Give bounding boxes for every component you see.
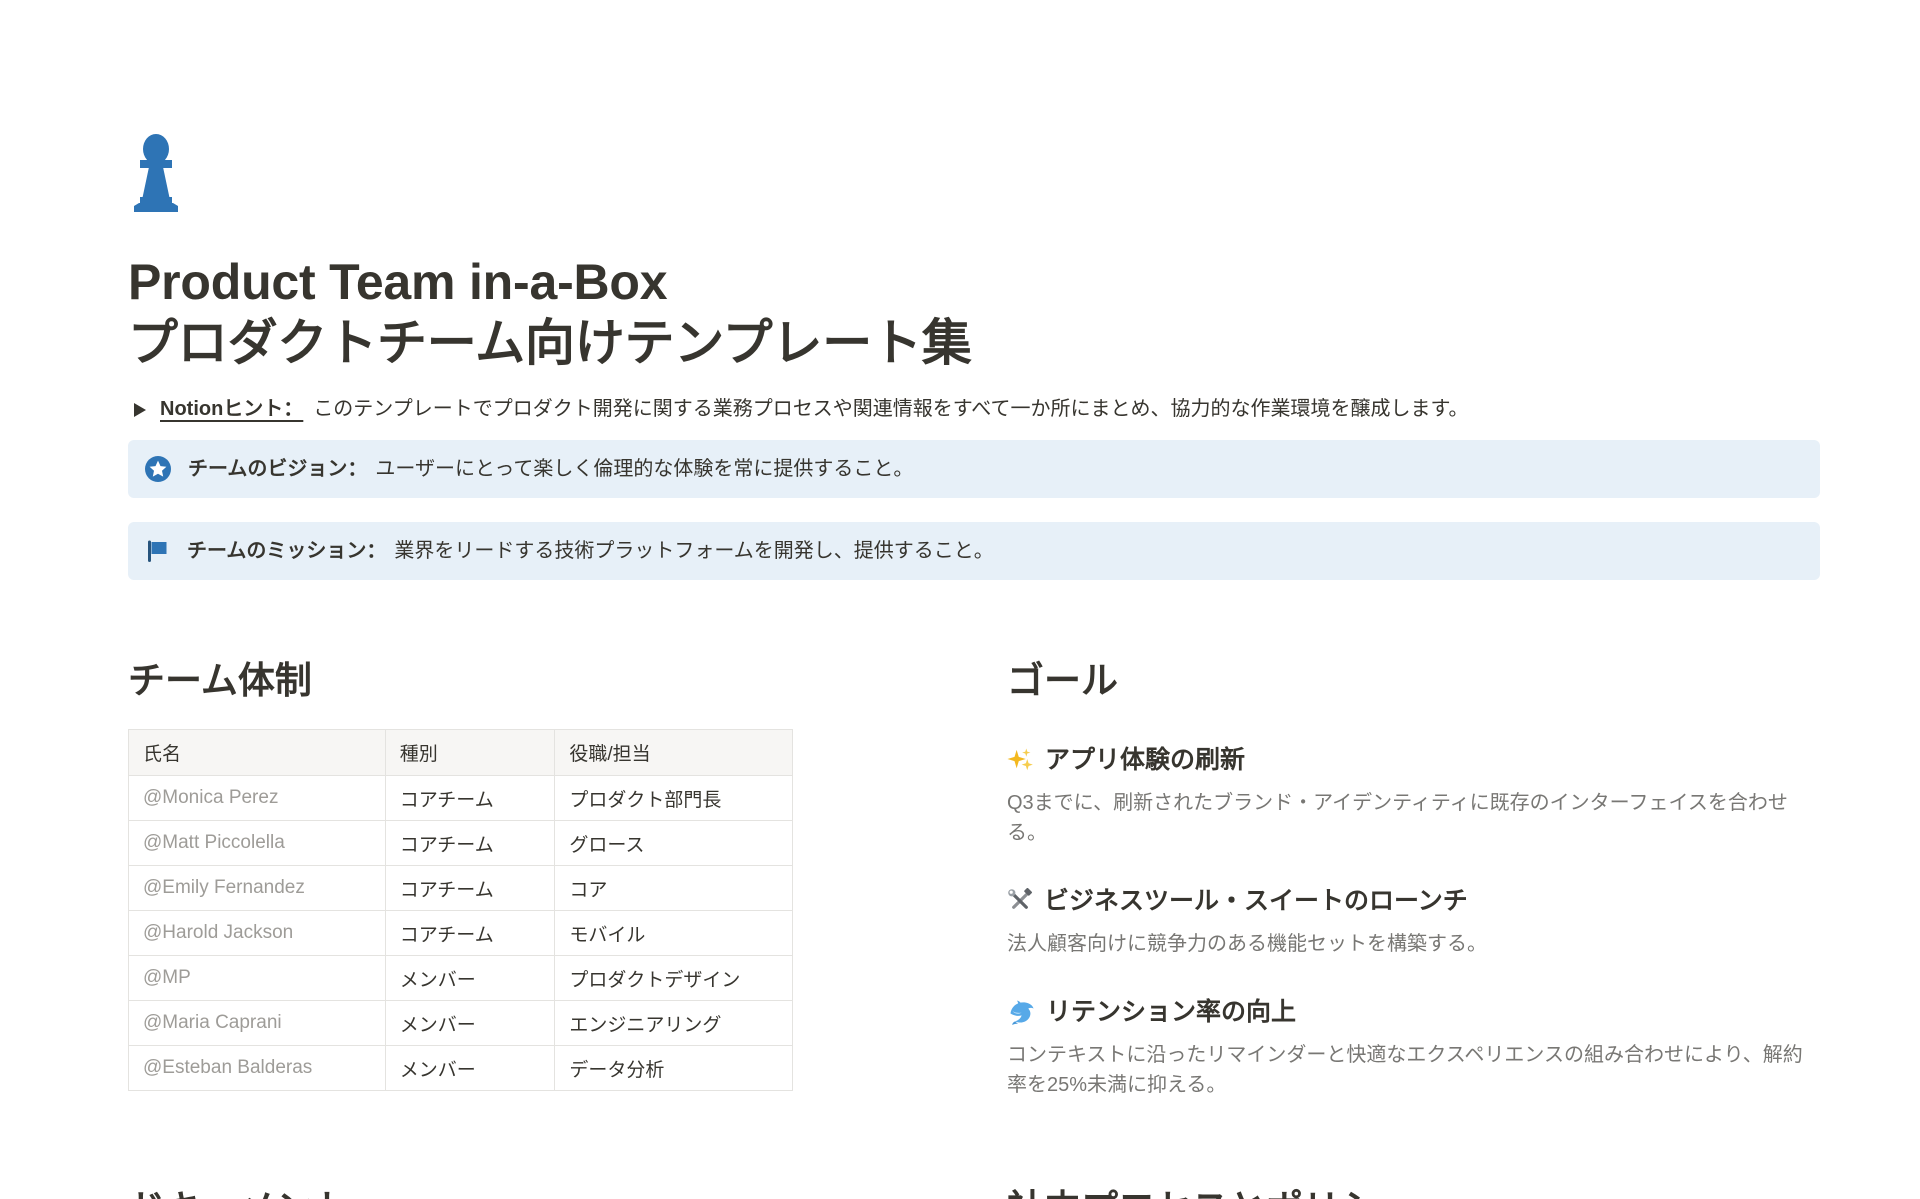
team-column: チーム体制 氏名 種別 役職/担当 @Monica Perez コアチーム — [128, 658, 793, 1091]
header-cell-type[interactable]: 種別 — [385, 730, 555, 776]
header-cell-name[interactable]: 氏名 — [129, 730, 386, 776]
table-row: @MP メンバー プロダクトデザイン — [129, 956, 793, 1001]
member-type-cell[interactable]: コアチーム — [385, 821, 555, 866]
cutoff-heading-right: 社内プロセスとポリシー — [1007, 1186, 1414, 1199]
header-cell-role[interactable]: 役職/担当 — [555, 730, 793, 776]
cutoff-heading-left: ドキュメント — [128, 1186, 350, 1199]
member-type-cell[interactable]: メンバー — [385, 956, 555, 1001]
star-circle-icon — [144, 455, 172, 483]
goal-description: Q3までに、刷新されたブランド・アイデンティティに既存のインターフェイスを合わせ… — [1007, 788, 1820, 848]
hint-text: このテンプレートでプロダクト開発に関する業務プロセスや関連情報をすべて一か所にま… — [313, 398, 1468, 420]
user-mention[interactable]: @Monica Perez — [143, 787, 278, 808]
table-row: @Harold Jackson コアチーム モバイル — [129, 911, 793, 956]
goal-description: コンテキストに沿ったリマインダーと快適なエクスペリエンスの組み合わせにより、解約… — [1007, 1040, 1820, 1100]
member-name-cell[interactable]: @Esteban Balderas — [129, 1046, 386, 1091]
vision-label: チームのビジョン： — [188, 458, 367, 480]
member-role-cell[interactable]: コア — [555, 866, 793, 911]
hint-content: Notionヒント： このテンプレートでプロダクト開発に関する業務プロセスや関連情… — [160, 396, 1469, 423]
goal-title-text: アプリ体験の刷新 — [1045, 744, 1245, 776]
cutoff-headings-row: ドキュメント 社内プロセスとポリシー — [0, 1186, 1920, 1199]
goal-item: アプリ体験の刷新 Q3までに、刷新されたブランド・アイデンティティに既存のインタ… — [1007, 744, 1820, 848]
goal-title-text: リテンション率の向上 — [1046, 996, 1296, 1028]
hammer-wrench-icon — [1007, 888, 1033, 914]
member-type-cell[interactable]: メンバー — [385, 1001, 555, 1046]
member-name-cell[interactable]: @Maria Caprani — [129, 1001, 386, 1046]
page-title-line1: Product Team in-a-Box — [128, 254, 667, 310]
user-mention[interactable]: @Emily Fernandez — [143, 877, 305, 898]
toggle-triangle-icon[interactable] — [134, 403, 146, 417]
page-title: Product Team in-a-Boxプロダクトチーム向けテンプレート集 — [128, 252, 1820, 374]
user-mention[interactable]: @Matt Piccolella — [143, 832, 285, 853]
member-name-cell[interactable]: @MP — [129, 956, 386, 1001]
sparkles-icon — [1007, 747, 1034, 774]
user-mention[interactable]: @Maria Caprani — [143, 1012, 282, 1033]
goal-title-text: ビジネスツール・スイートのローンチ — [1044, 885, 1468, 917]
table-row: @Emily Fernandez コアチーム コア — [129, 866, 793, 911]
member-name-cell[interactable]: @Harold Jackson — [129, 911, 386, 956]
goal-item: ビジネスツール・スイートのローンチ 法人顧客向けに競争力のある機能セットを構築す… — [1007, 885, 1820, 959]
goals-column: ゴール アプリ体験の刷新 — [1007, 658, 1820, 1137]
mission-text: 業界をリードする技術プラットフォームを開発し、提供すること。 — [394, 540, 993, 562]
table-row: @Maria Caprani メンバー エンジニアリング — [129, 1001, 793, 1046]
goal-item: リテンション率の向上 コンテキストに沿ったリマインダーと快適なエクスペリエンスの… — [1007, 996, 1820, 1100]
goal-description: 法人顧客向けに競争力のある機能セットを構築する。 — [1007, 929, 1820, 959]
mission-callout: チームのミッション： 業界をリードする技術プラットフォームを開発し、提供すること。 — [128, 522, 1820, 580]
member-type-cell[interactable]: コアチーム — [385, 776, 555, 821]
member-role-cell[interactable]: プロダクトデザイン — [555, 956, 793, 1001]
hint-label: Notionヒント： — [160, 398, 303, 420]
goal-title: アプリ体験の刷新 — [1007, 744, 1820, 776]
notion-hint-toggle[interactable]: Notionヒント： このテンプレートでプロダクト開発に関する業務プロセスや関連情… — [128, 396, 1820, 423]
member-name-cell[interactable]: @Emily Fernandez — [129, 866, 386, 911]
member-type-cell[interactable]: メンバー — [385, 1046, 555, 1091]
pawn-icon[interactable] — [128, 134, 184, 216]
table-header-row: 氏名 種別 役職/担当 — [129, 730, 793, 776]
vision-callout: チームのビジョン： ユーザーにとって楽しく倫理的な体験を常に提供すること。 — [128, 440, 1820, 498]
table-row: @Monica Perez コアチーム プロダクト部門長 — [129, 776, 793, 821]
table-row: @Esteban Balderas メンバー データ分析 — [129, 1046, 793, 1091]
member-role-cell[interactable]: データ分析 — [555, 1046, 793, 1091]
goal-title: ビジネスツール・スイートのローンチ — [1007, 885, 1820, 917]
notion-page: Product Team in-a-Boxプロダクトチーム向けテンプレート集 N… — [0, 0, 1920, 1199]
user-mention[interactable]: @Harold Jackson — [143, 922, 293, 943]
mission-callout-text: チームのミッション： 業界をリードする技術プラットフォームを開発し、提供すること。 — [187, 537, 994, 565]
member-name-cell[interactable]: @Matt Piccolella — [129, 821, 386, 866]
mission-label: チームのミッション： — [187, 540, 386, 562]
goal-list: アプリ体験の刷新 Q3までに、刷新されたブランド・アイデンティティに既存のインタ… — [1007, 744, 1820, 1100]
member-type-cell[interactable]: コアチーム — [385, 866, 555, 911]
user-mention[interactable]: @MP — [143, 967, 191, 988]
member-role-cell[interactable]: グロース — [555, 821, 793, 866]
member-name-cell[interactable]: @Monica Perez — [129, 776, 386, 821]
flag-icon — [144, 538, 171, 565]
member-role-cell[interactable]: プロダクト部門長 — [555, 776, 793, 821]
dolphin-icon — [1007, 998, 1035, 1026]
member-type-cell[interactable]: コアチーム — [385, 911, 555, 956]
vision-text: ユーザーにとって楽しく倫理的な体験を常に提供すること。 — [375, 458, 913, 480]
two-column-section: チーム体制 氏名 種別 役職/担当 @Monica Perez コアチーム — [128, 658, 1820, 1137]
member-role-cell[interactable]: モバイル — [555, 911, 793, 956]
goals-heading: ゴール — [1007, 658, 1820, 703]
user-mention[interactable]: @Esteban Balderas — [143, 1057, 312, 1078]
table-row: @Matt Piccolella コアチーム グロース — [129, 821, 793, 866]
team-heading: チーム体制 — [128, 658, 793, 703]
member-role-cell[interactable]: エンジニアリング — [555, 1001, 793, 1046]
vision-callout-text: チームのビジョン： ユーザーにとって楽しく倫理的な体験を常に提供すること。 — [188, 455, 913, 483]
page-title-line2: プロダクトチーム向けテンプレート集 — [128, 315, 972, 371]
goal-title: リテンション率の向上 — [1007, 996, 1820, 1028]
team-table: 氏名 種別 役職/担当 @Monica Perez コアチーム プロダクト部門長… — [128, 729, 793, 1091]
